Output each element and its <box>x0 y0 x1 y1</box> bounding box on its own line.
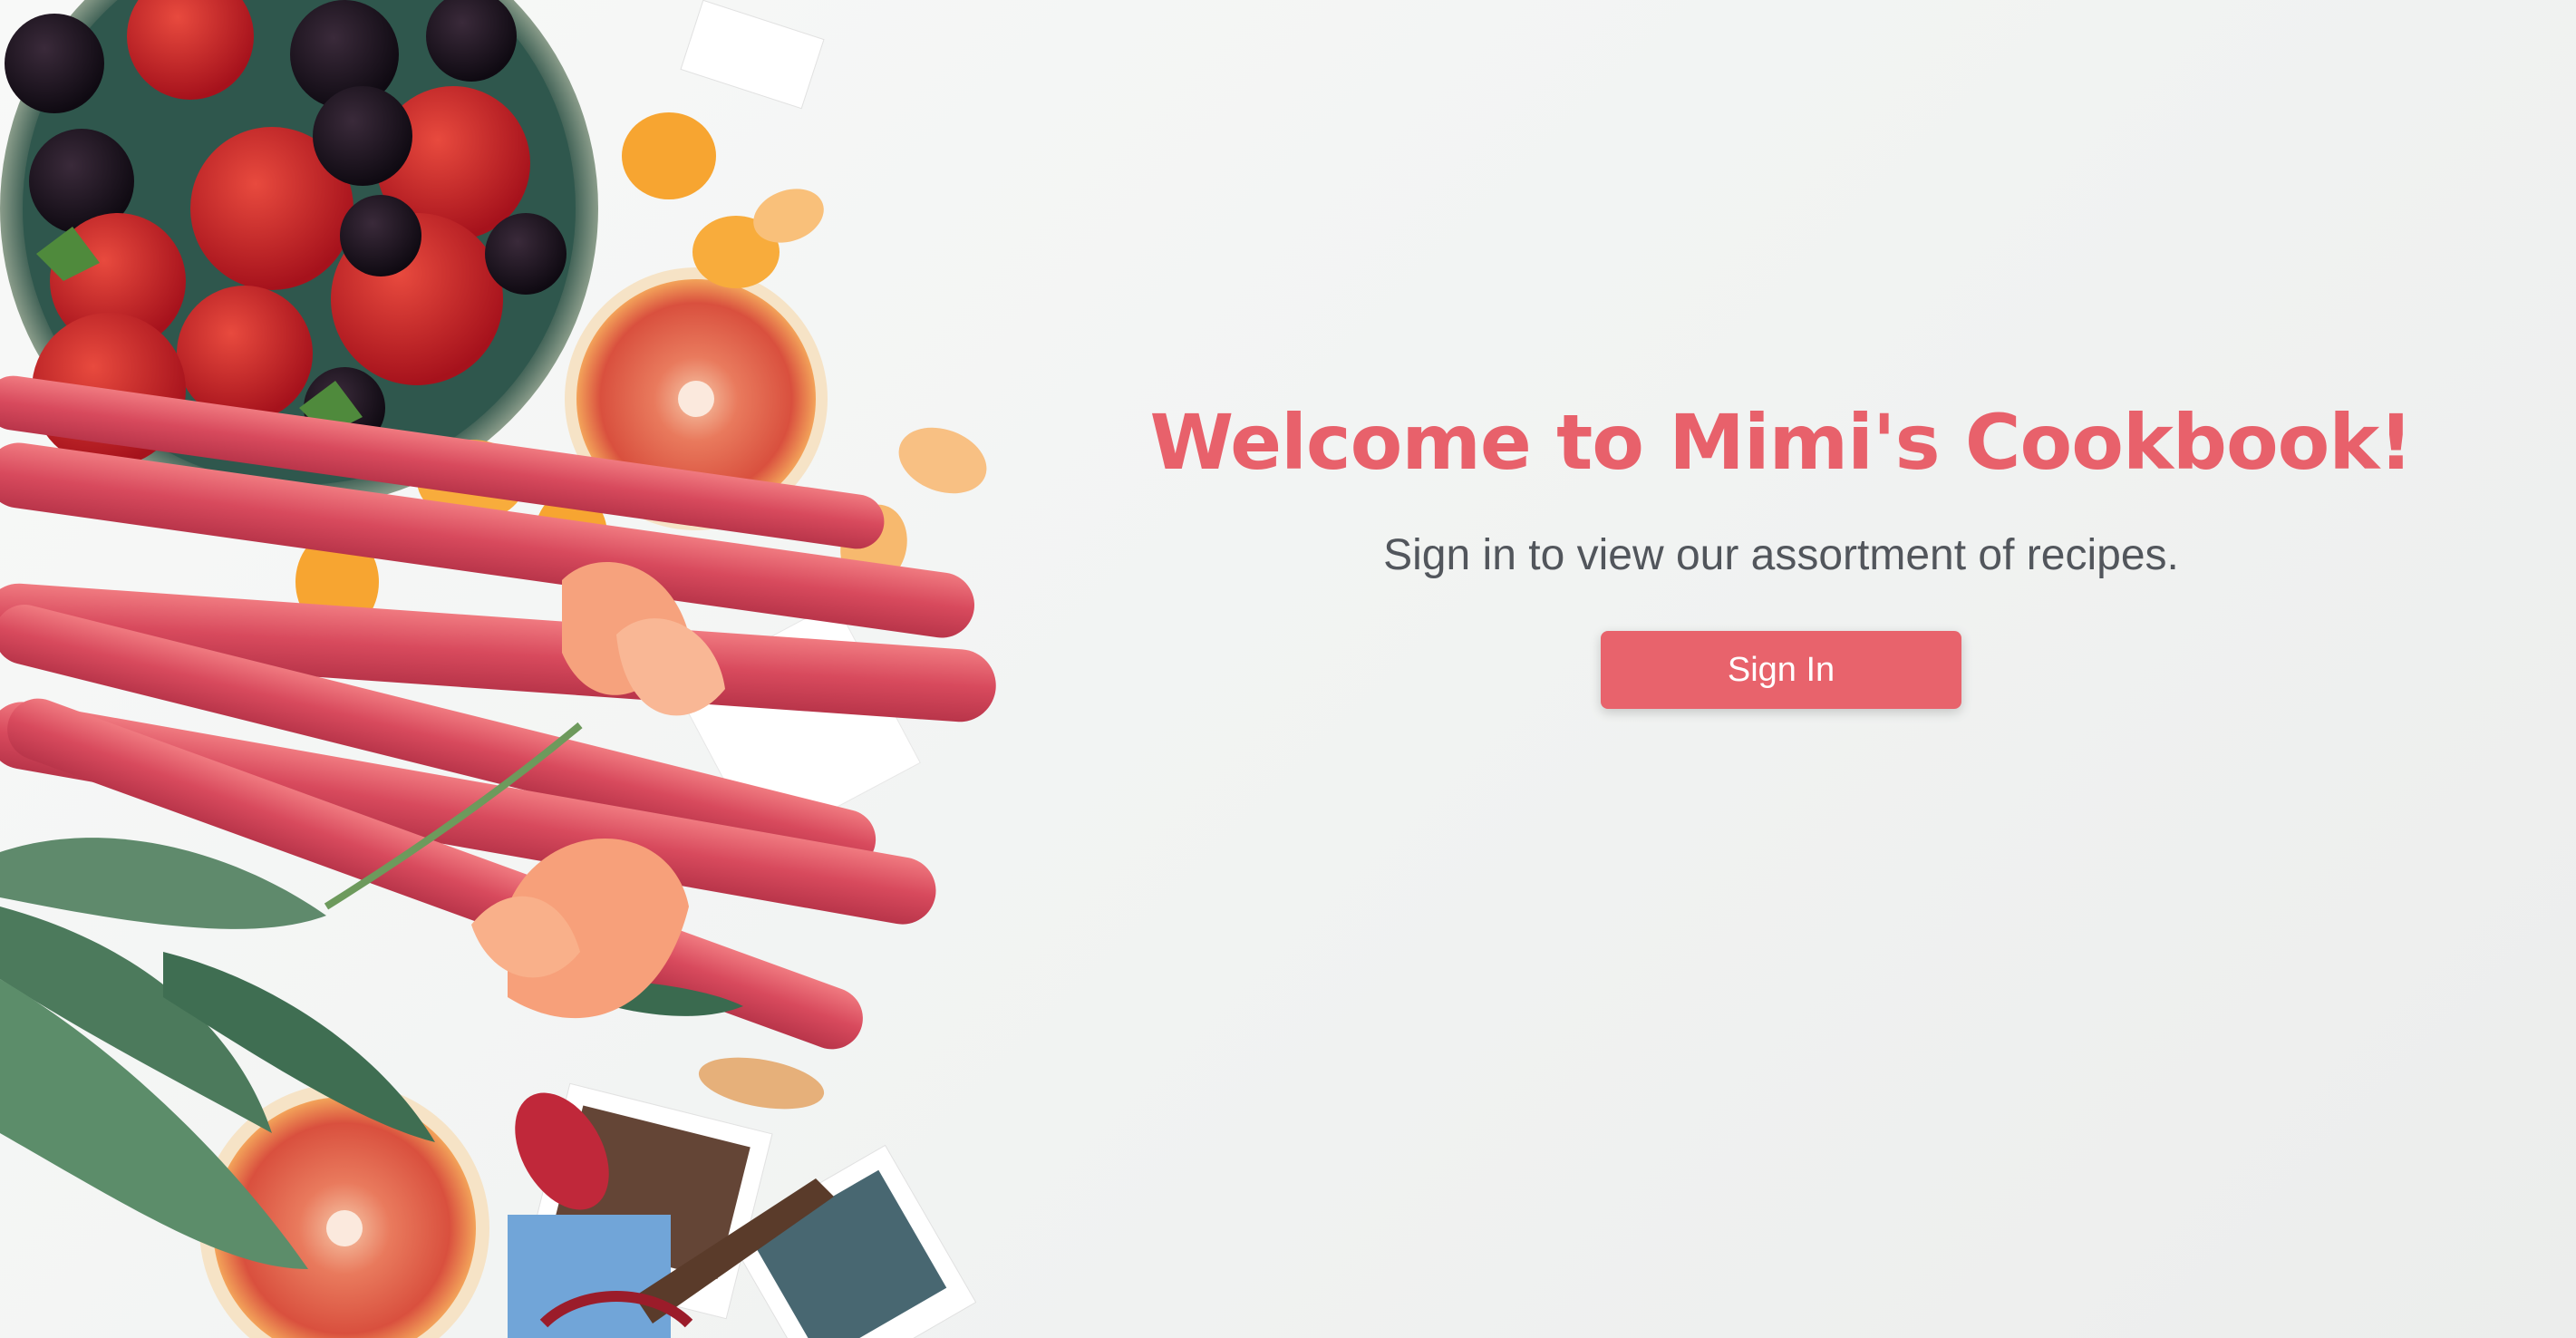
welcome-panel: Welcome to Mimi's Cookbook! Sign in to v… <box>1088 0 2485 1338</box>
sign-in-button[interactable]: Sign In <box>1601 631 1961 709</box>
hero-food-image <box>0 0 1088 1338</box>
page-subtitle: Sign in to view our assortment of recipe… <box>1383 531 2179 579</box>
page-title: Welcome to Mimi's Cookbook! <box>1149 398 2413 487</box>
